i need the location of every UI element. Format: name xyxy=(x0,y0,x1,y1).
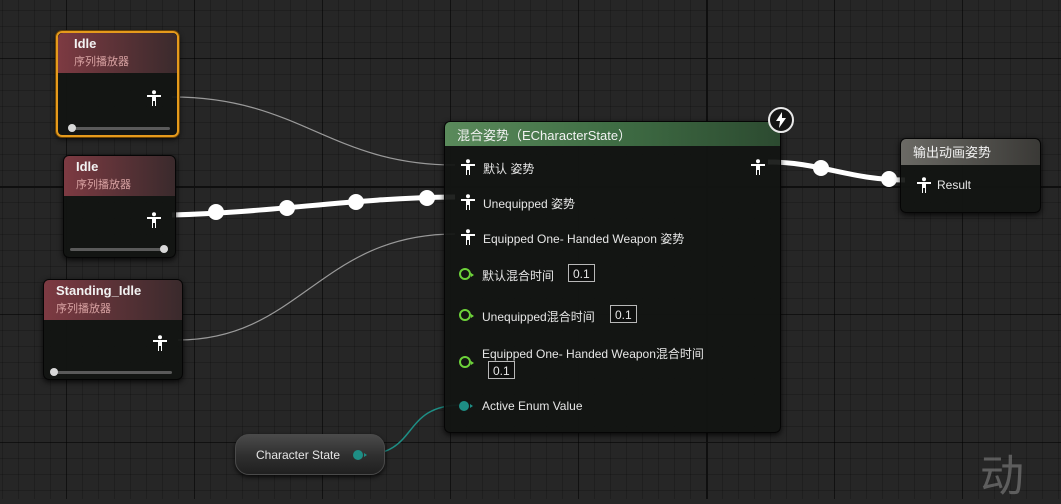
pose-pin-label: 默认 姿势 xyxy=(483,162,535,176)
wire-standing-idle-to-equipped-pose[interactable] xyxy=(177,233,456,341)
wire-bubble xyxy=(208,204,224,220)
wire-bubble xyxy=(279,200,295,216)
pose-icon[interactable] xyxy=(147,212,161,228)
float-pin-icon[interactable] xyxy=(459,356,474,368)
sequence-player-node-idle-1[interactable]: Idle 序列播放器 xyxy=(56,31,179,137)
float-pin-icon[interactable] xyxy=(459,268,474,280)
enum-pin-label: Active Enum Value xyxy=(482,399,583,413)
pose-pin-label: Equipped One- Handed Weapon 姿势 xyxy=(483,232,685,246)
blend-poses-node[interactable]: 混合姿势（ECharacterState） 默认 姿势 Unequipped 姿… xyxy=(444,121,781,433)
node-header: Idle 序列播放器 xyxy=(58,33,177,73)
character-state-variable-node[interactable]: Character State xyxy=(235,434,385,475)
enum-pin-icon[interactable] xyxy=(353,450,367,460)
slider-track[interactable] xyxy=(70,127,170,130)
float-pin-label: Unequipped混合时间 xyxy=(482,310,595,324)
float-pin-label: 默认混合时间 xyxy=(482,269,555,283)
wire-bubble xyxy=(881,171,897,187)
blend-time-input[interactable]: 0.1 xyxy=(610,305,637,323)
output-pose-node[interactable]: 输出动画姿势 Result xyxy=(900,138,1041,213)
float-pin-label: Equipped One- Handed Weapon混合时间 xyxy=(482,347,704,361)
pose-icon[interactable] xyxy=(147,90,161,106)
node-subtitle: 序列播放器 xyxy=(74,55,129,68)
pose-pin-label: Unequipped 姿势 xyxy=(483,197,576,211)
sequence-player-node-standing-idle[interactable]: Standing_Idle 序列播放器 xyxy=(43,279,183,380)
pose-input-pin-icon[interactable] xyxy=(461,229,475,245)
slider-knob[interactable] xyxy=(50,368,58,376)
node-header: Idle 序列播放器 xyxy=(64,156,175,196)
pose-input-pin-icon[interactable] xyxy=(461,194,475,210)
result-pin-label: Result xyxy=(937,178,972,192)
node-header: 输出动画姿势 xyxy=(901,139,1040,165)
watermark: 动 xyxy=(980,451,1024,502)
node-header: Standing_Idle 序列播放器 xyxy=(44,280,182,320)
node-title: 输出动画姿势 xyxy=(913,145,992,160)
node-subtitle: 序列播放器 xyxy=(56,302,111,315)
slider-knob[interactable] xyxy=(68,124,76,132)
pose-input-pin-icon[interactable] xyxy=(461,159,475,175)
slider-track[interactable] xyxy=(70,248,168,251)
wire-idle1-to-default-pose[interactable] xyxy=(171,96,456,166)
float-pin-icon[interactable] xyxy=(459,309,474,321)
slider-knob[interactable] xyxy=(160,245,168,253)
slider-track[interactable] xyxy=(52,371,172,374)
node-subtitle: 序列播放器 xyxy=(76,178,131,191)
node-title: 混合姿势（ECharacterState） xyxy=(457,128,632,143)
node-title: Idle xyxy=(76,159,99,174)
variable-label: Character State xyxy=(256,448,341,462)
pose-input-pin-icon[interactable] xyxy=(917,177,931,193)
node-title: Standing_Idle xyxy=(56,283,142,298)
wire-bubble xyxy=(348,194,364,210)
pose-icon[interactable] xyxy=(153,335,167,351)
blend-time-input[interactable]: 0.1 xyxy=(488,361,515,379)
wire-bubble xyxy=(419,190,435,206)
node-header: 混合姿势（ECharacterState） xyxy=(445,122,780,146)
enum-pin-icon[interactable] xyxy=(459,401,473,411)
sequence-player-node-idle-2[interactable]: Idle 序列播放器 xyxy=(63,155,176,258)
pose-output-pin-icon[interactable] xyxy=(751,159,765,175)
lightning-icon xyxy=(768,107,794,133)
wire-bubble xyxy=(813,160,829,176)
blend-time-input[interactable]: 0.1 xyxy=(568,264,595,282)
node-title: Idle xyxy=(74,36,97,51)
